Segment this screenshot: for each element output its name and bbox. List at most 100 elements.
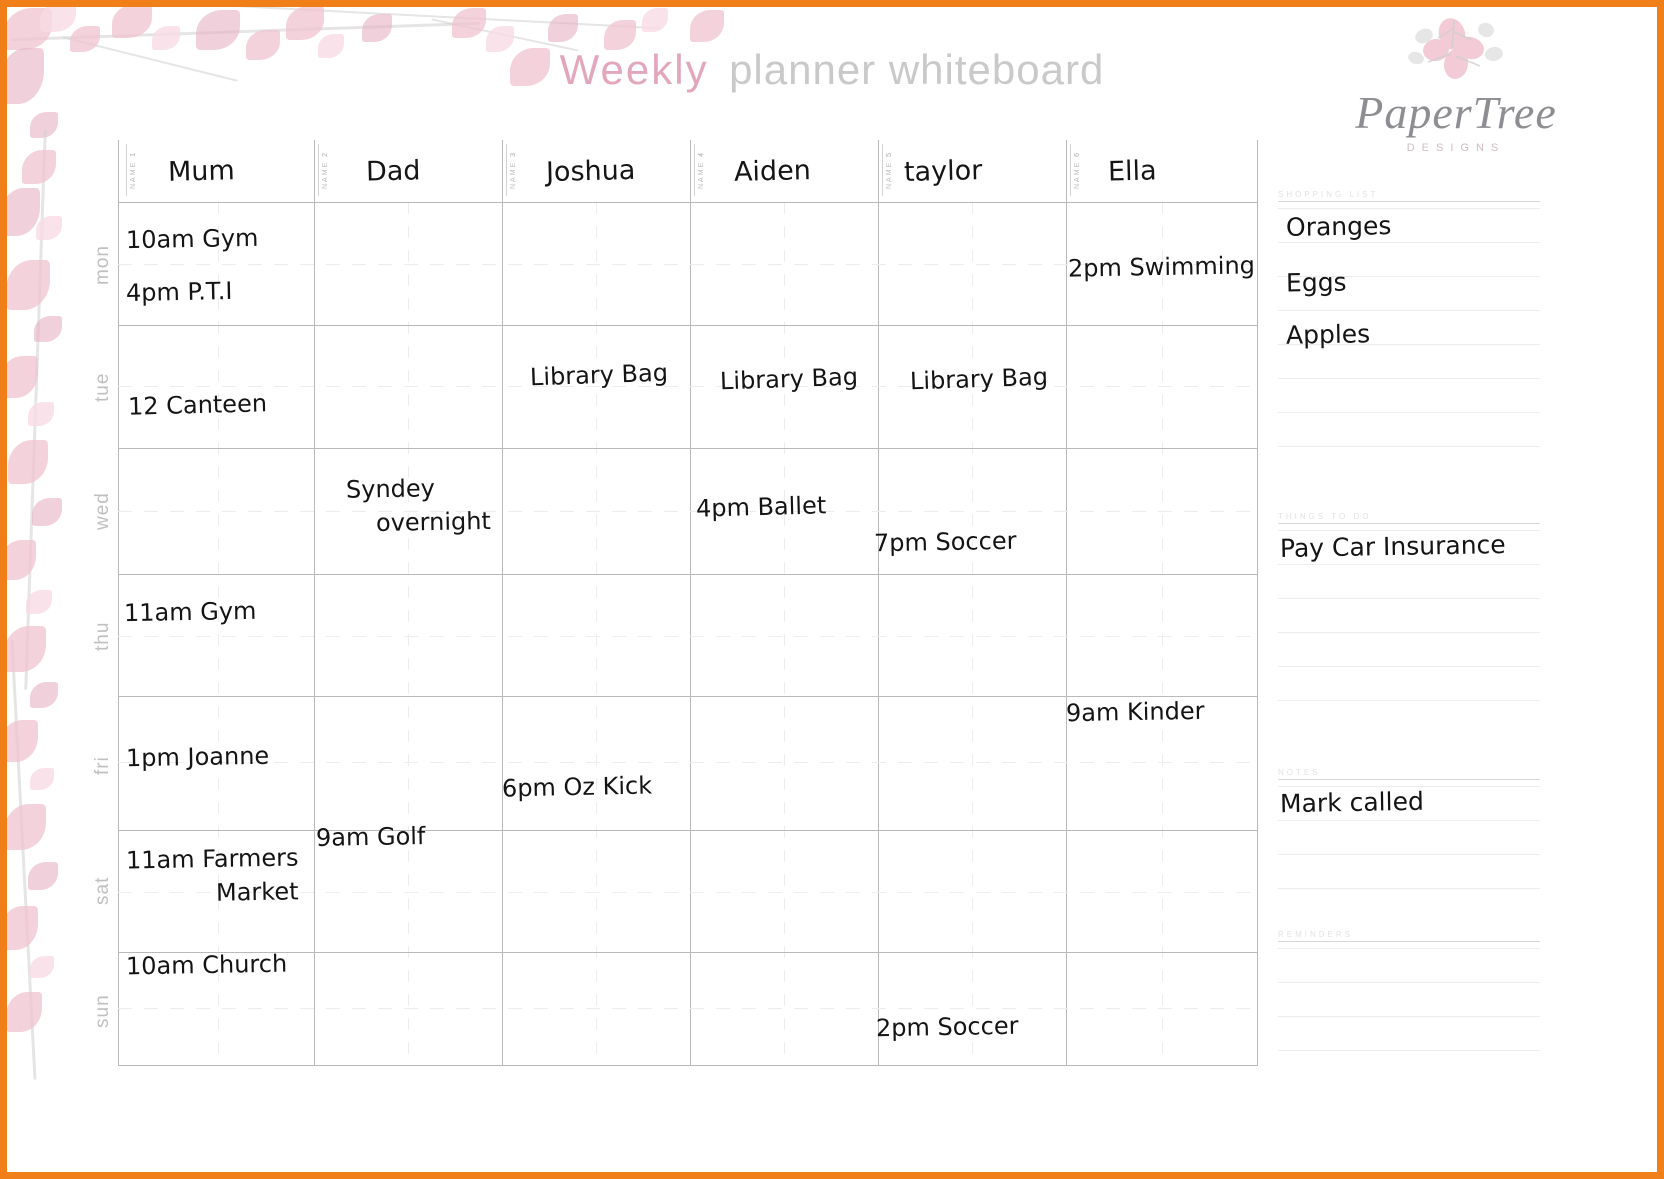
grid-row-divider — [118, 574, 1258, 575]
column-name-4[interactable]: Aiden — [734, 155, 812, 188]
entry-wed-aiden-1[interactable]: 4pm Ballet — [696, 488, 827, 526]
entry-fri-ella-1[interactable]: 9am Kinder — [1066, 694, 1205, 731]
page-title-primary: Weekly — [559, 46, 709, 93]
planner-grid: NAME 1 Mum NAME 2 Dad NAME 3 Joshua NAME… — [92, 140, 1258, 1066]
entry-wed-dad-2[interactable]: overnight — [376, 504, 491, 541]
grid-column-divider — [690, 140, 691, 1065]
grid-column-divider — [502, 140, 503, 1065]
notes-item-1[interactable]: Mark called — [1280, 787, 1424, 819]
name-tag-label: NAME — [130, 160, 137, 190]
name-tag-index: 6 — [1074, 150, 1081, 157]
day-label-sat: sat — [92, 876, 113, 906]
sidebar-section-notes: NOTES Mark called — [1278, 768, 1540, 922]
brand-logo-name: PaperTree — [1355, 87, 1557, 138]
grid-guide — [972, 202, 973, 1065]
entry-sun-mum-1[interactable]: 10am Church — [126, 947, 288, 985]
grid-guide — [218, 202, 219, 1065]
grid-row-divider — [118, 202, 1258, 203]
day-label-thu: thu — [92, 621, 113, 651]
sidebar-heading-reminders: REMINDERS — [1278, 930, 1540, 942]
grid-row-divider — [118, 448, 1258, 449]
entry-mon-mum-1[interactable]: 10am Gym — [126, 221, 259, 258]
column-name-5[interactable]: taylor — [904, 155, 983, 188]
name-tag-label: NAME — [698, 160, 705, 190]
column-name-2[interactable]: Dad — [366, 155, 421, 187]
day-label-fri: fri — [92, 756, 113, 776]
name-tag-index: 2 — [322, 150, 329, 157]
name-tag-rule — [1070, 144, 1071, 196]
grid-guide — [118, 511, 1258, 512]
name-tag-label: NAME — [322, 160, 329, 190]
day-label-sun: sun — [92, 994, 113, 1028]
name-tag-rule — [506, 144, 507, 196]
grid-column-divider — [118, 140, 119, 1065]
sidebar-heading-notes: NOTES — [1278, 768, 1540, 780]
entry-wed-dad-1[interactable]: Syndey — [346, 471, 435, 507]
name-tag-label: NAME — [886, 160, 893, 190]
shopping-list-item-3[interactable]: Apples — [1286, 319, 1371, 349]
sidebar-section-things-to-do: THINGS TO DO Pay Car Insurance — [1278, 512, 1540, 734]
shopping-list-item-2[interactable]: Eggs — [1286, 267, 1347, 297]
brand-logo-subtitle: DESIGNS — [1406, 142, 1506, 154]
name-tag-index: 5 — [886, 150, 893, 157]
shopping-list-item-1[interactable]: Oranges — [1286, 211, 1392, 242]
name-tag-1: NAME 1 — [130, 144, 146, 196]
grid-row-divider — [118, 325, 1258, 326]
grid-column-divider — [1066, 140, 1067, 1065]
name-tag-4: NAME 4 — [698, 144, 714, 196]
page-title-secondary: planner whiteboard — [729, 46, 1105, 93]
name-tag-rule — [882, 144, 883, 196]
name-tag-5: NAME 5 — [886, 144, 902, 196]
things-to-do-item-1[interactable]: Pay Car Insurance — [1280, 530, 1506, 563]
brand-logo: PaperTree DESIGNS — [1336, 14, 1576, 179]
grid-guide — [1162, 202, 1163, 1065]
entry-thu-mum-1[interactable]: 11am Gym — [124, 594, 257, 631]
day-label-wed: wed — [92, 492, 113, 530]
day-label-mon: mon — [92, 245, 113, 285]
grid-row-divider — [118, 1065, 1258, 1066]
entry-wed-taylor-1[interactable]: 7pm Soccer — [874, 524, 1017, 561]
grid-guide — [118, 636, 1258, 637]
grid-row-divider — [118, 830, 1258, 831]
sidebar-heading-shopping-list: SHOPPING LIST — [1278, 190, 1540, 202]
entry-sat-dad-1[interactable]: 9am Golf — [316, 819, 426, 856]
entry-mon-mum-2[interactable]: 4pm P.T.I — [126, 274, 233, 311]
name-tag-rule — [318, 144, 319, 196]
entry-tue-mum-1[interactable]: 12 Canteen — [128, 386, 268, 424]
entry-fri-joshua-1[interactable]: 6pm Oz Kick — [502, 768, 653, 806]
entry-sat-mum-2[interactable]: Market — [216, 874, 299, 910]
column-name-1[interactable]: Mum — [168, 155, 235, 188]
entry-tue-joshua-1[interactable]: Library Bag — [529, 356, 669, 396]
entry-fri-mum-1[interactable]: 1pm Joanne — [126, 739, 270, 776]
name-tag-index: 3 — [510, 150, 517, 157]
name-tag-index: 4 — [698, 150, 705, 157]
sidebar-ruled-lines — [1278, 948, 1540, 1051]
name-tag-label: NAME — [510, 160, 517, 190]
name-tag-3: NAME 3 — [510, 144, 526, 196]
grid-guide — [784, 202, 785, 1065]
name-tag-label: NAME — [1074, 160, 1081, 190]
entry-sun-taylor-1[interactable]: 2pm Soccer — [876, 1009, 1019, 1046]
name-tag-2: NAME 2 — [322, 144, 338, 196]
entry-tue-aiden-1[interactable]: Library Bag — [719, 360, 859, 400]
sidebar-heading-things-to-do: THINGS TO DO — [1278, 512, 1540, 524]
sidebar-section-shopping-list: SHOPPING LIST Oranges Eggs Apples — [1278, 190, 1540, 480]
grid-guide — [118, 762, 1258, 763]
entry-tue-taylor-1[interactable]: Library Bag — [909, 360, 1049, 400]
sidebar-section-reminders: REMINDERS — [1278, 930, 1540, 1084]
column-name-3[interactable]: Joshua — [546, 155, 636, 188]
grid-column-divider — [314, 140, 315, 1065]
grid-guide — [118, 386, 1258, 387]
entry-mon-ella-1[interactable]: 2pm Swimming — [1068, 248, 1256, 286]
grid-guide — [118, 1008, 1258, 1009]
day-label-tue: tue — [92, 372, 113, 402]
name-tag-rule — [126, 144, 127, 196]
column-name-6[interactable]: Ella — [1108, 155, 1157, 187]
cherry-blossom-icon — [1408, 18, 1503, 79]
grid-column-divider — [1257, 140, 1258, 1065]
grid-column-divider — [878, 140, 879, 1065]
name-tag-rule — [694, 144, 695, 196]
grid-guide — [408, 202, 409, 1065]
entry-sat-mum-1[interactable]: 11am Farmers — [126, 840, 299, 878]
name-tag-6: NAME 6 — [1074, 144, 1090, 196]
